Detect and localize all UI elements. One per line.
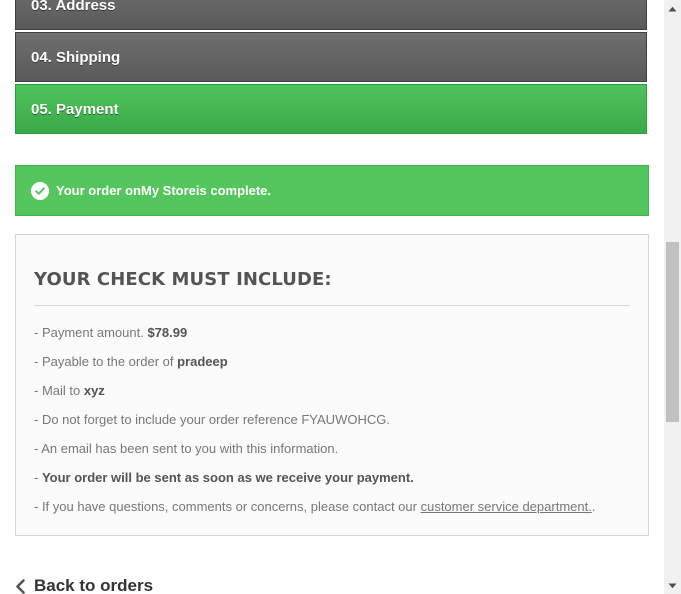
scroll-down-arrow-icon[interactable] xyxy=(664,577,681,594)
step-payment-label: 05. Payment xyxy=(31,100,119,118)
customer-service-link[interactable]: customer service department. xyxy=(421,499,592,514)
check-instructions-box: YOUR CHECK MUST INCLUDE: - Payment amoun… xyxy=(15,234,649,536)
scrollbar-thumb[interactable] xyxy=(666,242,679,422)
scroll-up-arrow-icon[interactable] xyxy=(664,0,681,17)
payment-amount-value: $78.99 xyxy=(147,325,188,340)
step-address-label: 03. Address xyxy=(31,0,116,14)
order-sent-prefix: - xyxy=(34,470,42,485)
order-complete-alert: Your order on My Store is complete. xyxy=(15,165,649,216)
check-instructions-list: - Payment amount. $78.99 - Payable to th… xyxy=(34,318,630,521)
step-payment[interactable]: 05. Payment xyxy=(15,84,647,134)
alert-text-after: is complete. xyxy=(195,183,272,198)
mail-to-line: - Mail to xyz xyxy=(34,376,630,405)
payable-to-line: - Payable to the order of pradeep xyxy=(34,347,630,376)
payment-amount-line: - Payment amount. $78.99 xyxy=(34,318,630,347)
mail-to-label: - Mail to xyxy=(34,383,84,398)
check-instructions-title: YOUR CHECK MUST INCLUDE: xyxy=(34,269,630,306)
payment-amount-label: - Payment amount. xyxy=(34,325,148,340)
step-shipping[interactable]: 04. Shipping xyxy=(15,32,647,82)
back-to-orders-label: Back to orders xyxy=(34,576,154,594)
contact-text: - If you have questions, comments or con… xyxy=(34,499,421,514)
back-to-orders-link[interactable]: Back to orders xyxy=(15,576,153,594)
chevron-left-icon xyxy=(15,578,26,594)
payable-to-value: pradeep xyxy=(177,354,228,369)
step-address[interactable]: 03. Address xyxy=(15,0,647,30)
contact-end: . xyxy=(591,499,596,514)
alert-text-before: Your order on xyxy=(56,183,141,198)
alert-store-name: My Store xyxy=(140,183,196,198)
order-confirmation-page: 03. Address 04. Shipping 05. Payment You… xyxy=(0,0,681,594)
email-sent-line: - An email has been sent to you with thi… xyxy=(34,441,339,456)
order-sent-line: - Your order will be sent as soon as we … xyxy=(34,463,630,492)
order-sent-text: Your order will be sent as soon as we re… xyxy=(41,470,414,485)
payable-to-label: - Payable to the order of xyxy=(34,354,178,369)
check-circle-icon xyxy=(31,181,49,200)
contact-line: - If you have questions, comments or con… xyxy=(34,492,630,521)
mail-to-value: xyz xyxy=(83,383,105,398)
vertical-scrollbar[interactable] xyxy=(664,0,681,594)
order-reference-line: - Do not forget to include your order re… xyxy=(34,412,390,427)
step-shipping-label: 04. Shipping xyxy=(31,48,121,66)
